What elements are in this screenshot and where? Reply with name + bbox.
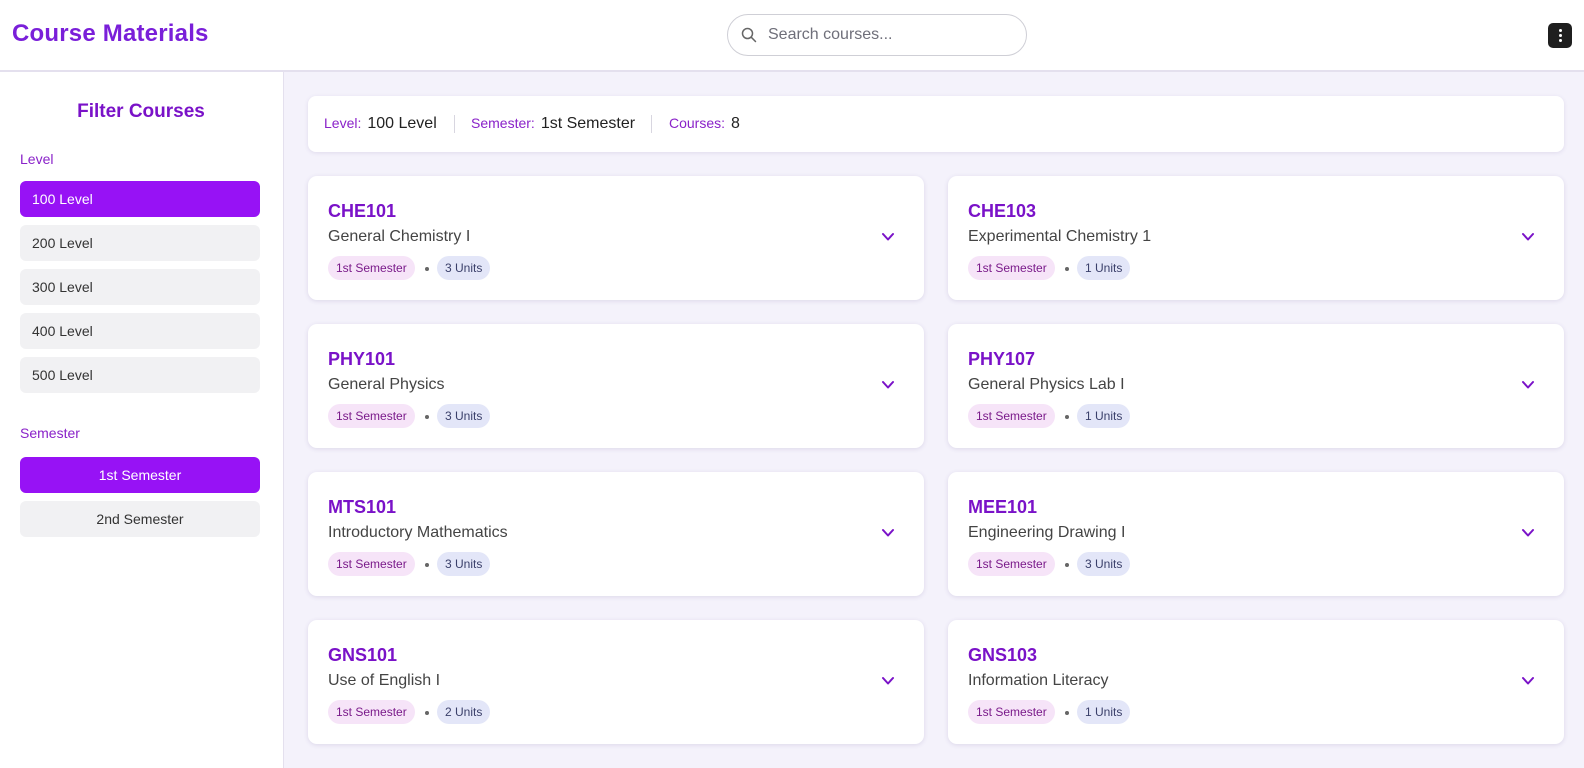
semester-section-label: Semester bbox=[20, 425, 80, 441]
units-badge: 1 Units bbox=[1077, 256, 1131, 280]
badge-separator-dot bbox=[1065, 563, 1069, 567]
chevron-down-icon[interactable] bbox=[1520, 379, 1536, 391]
course-code: PHY101 bbox=[328, 349, 396, 369]
level-filter-500[interactable]: 500 Level bbox=[20, 357, 260, 393]
more-vertical-icon bbox=[1559, 29, 1562, 32]
summary-level: Level: 100 Level bbox=[324, 115, 437, 133]
summary-divider bbox=[454, 115, 455, 133]
more-vertical-icon-dot bbox=[1559, 34, 1562, 37]
summary-semester-value: 1st Semester bbox=[540, 115, 636, 132]
level-filter-300[interactable]: 300 Level bbox=[20, 269, 260, 305]
course-card[interactable]: GNS101 Use of English I 1st Semester 2 Unit… bbox=[308, 620, 924, 744]
summary-courses-value: 8 bbox=[731, 115, 740, 132]
chevron-down-icon[interactable] bbox=[880, 675, 896, 687]
badge-separator-dot bbox=[1065, 415, 1069, 419]
summary-semester: Semester: 1st Semester bbox=[471, 115, 635, 133]
course-name: Information Literacy bbox=[968, 672, 1109, 689]
semester-badge: 1st Semester bbox=[328, 256, 415, 280]
search-input[interactable] bbox=[768, 21, 1018, 49]
summary-level-key: Level: bbox=[324, 115, 362, 131]
chevron-down-icon[interactable] bbox=[880, 231, 896, 243]
course-name: Use of English I bbox=[328, 672, 441, 689]
level-filter-200[interactable]: 200 Level bbox=[20, 225, 260, 261]
summary-courses: Courses: 8 bbox=[669, 115, 740, 133]
search-icon bbox=[741, 27, 757, 43]
semester-badge: 1st Semester bbox=[968, 552, 1055, 576]
level-section-label: Level bbox=[20, 151, 54, 167]
course-card[interactable]: PHY101 General Physics 1st Semester 3 Units bbox=[308, 324, 924, 448]
course-name: Introductory Mathematics bbox=[328, 524, 508, 541]
semester-badge: 1st Semester bbox=[968, 256, 1055, 280]
filter-sidebar: Filter Courses Level 100 Level 200 Level… bbox=[0, 72, 284, 768]
units-badge: 3 Units bbox=[437, 552, 491, 576]
semester-badge: 1st Semester bbox=[328, 552, 415, 576]
course-name: General Physics Lab I bbox=[968, 376, 1125, 393]
summary-divider bbox=[651, 115, 652, 133]
semester-filter-2nd[interactable]: 2nd Semester bbox=[20, 501, 260, 537]
course-code: CHE103 bbox=[968, 201, 1037, 221]
badge-separator-dot bbox=[1065, 267, 1069, 271]
semester-badge: 1st Semester bbox=[968, 404, 1055, 428]
filter-summary-bar: Level: 100 Level Semester: 1st Semester Co… bbox=[308, 96, 1564, 152]
search-box[interactable] bbox=[727, 14, 1027, 56]
course-card[interactable]: CHE101 General Chemistry I 1st Semester 3 U… bbox=[308, 176, 924, 300]
course-code: GNS103 bbox=[968, 645, 1038, 665]
course-name: Experimental Chemistry 1 bbox=[968, 228, 1152, 245]
units-badge: 3 Units bbox=[437, 256, 491, 280]
course-card[interactable]: GNS103 Information Literacy 1st Semester 1 … bbox=[948, 620, 1564, 744]
level-filter-100[interactable]: 100 Level bbox=[20, 181, 260, 217]
app-title: Course Materials bbox=[12, 20, 209, 47]
units-badge: 2 Units bbox=[437, 700, 491, 724]
summary-level-value: 100 Level bbox=[367, 115, 437, 132]
badge-separator-dot bbox=[425, 415, 429, 419]
course-code: GNS101 bbox=[328, 645, 398, 665]
badge-separator-dot bbox=[425, 267, 429, 271]
top-header: Course Materials bbox=[0, 0, 1584, 72]
units-badge: 1 Units bbox=[1077, 404, 1131, 428]
summary-courses-key: Courses: bbox=[669, 115, 726, 131]
level-filter-400[interactable]: 400 Level bbox=[20, 313, 260, 349]
units-badge: 3 Units bbox=[437, 404, 491, 428]
course-code: MEE101 bbox=[968, 497, 1038, 517]
chevron-down-icon[interactable] bbox=[1520, 527, 1536, 539]
course-name: Engineering Drawing I bbox=[968, 524, 1126, 541]
chevron-down-icon[interactable] bbox=[1520, 675, 1536, 687]
units-badge: 3 Units bbox=[1077, 552, 1131, 576]
sidebar-title: Filter Courses bbox=[77, 101, 205, 122]
badge-separator-dot bbox=[425, 711, 429, 715]
chevron-down-icon[interactable] bbox=[880, 379, 896, 391]
semester-badge: 1st Semester bbox=[968, 700, 1055, 724]
course-code: CHE101 bbox=[328, 201, 397, 221]
more-options-button[interactable] bbox=[1548, 23, 1572, 48]
semester-badge: 1st Semester bbox=[328, 700, 415, 724]
units-badge: 1 Units bbox=[1077, 700, 1131, 724]
course-name: General Physics bbox=[328, 376, 445, 393]
badge-separator-dot bbox=[1065, 711, 1069, 715]
course-code: PHY107 bbox=[968, 349, 1036, 369]
chevron-down-icon[interactable] bbox=[1520, 231, 1536, 243]
course-card[interactable]: MTS101 Introductory Mathematics 1st Semest… bbox=[308, 472, 924, 596]
course-code: MTS101 bbox=[328, 497, 397, 517]
more-vertical-icon-dot bbox=[1559, 39, 1562, 42]
badge-separator-dot bbox=[425, 563, 429, 567]
course-card[interactable]: PHY107 General Physics Lab I 1st Semester 1… bbox=[948, 324, 1564, 448]
summary-semester-key: Semester: bbox=[471, 115, 535, 131]
course-card[interactable]: MEE101 Engineering Drawing I 1st Semester 3… bbox=[948, 472, 1564, 596]
chevron-down-icon[interactable] bbox=[880, 527, 896, 539]
semester-filter-1st[interactable]: 1st Semester bbox=[20, 457, 260, 493]
semester-badge: 1st Semester bbox=[328, 404, 415, 428]
course-card[interactable]: CHE103 Experimental Chemistry 1 1st Semest… bbox=[948, 176, 1564, 300]
course-name: General Chemistry I bbox=[328, 228, 471, 245]
